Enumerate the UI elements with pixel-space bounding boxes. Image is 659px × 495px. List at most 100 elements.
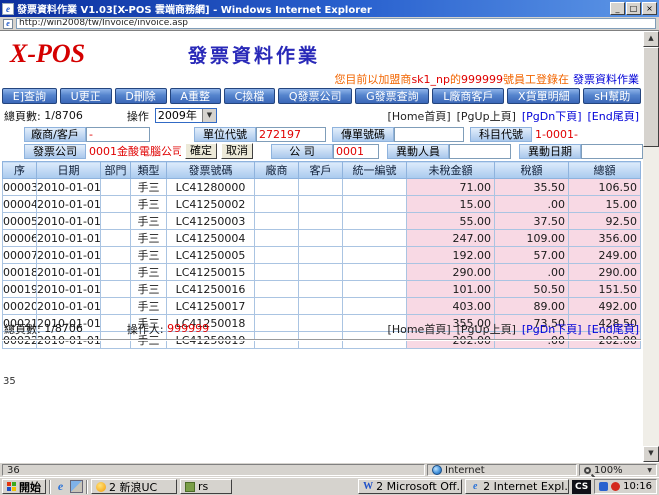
year-select[interactable]: 2009年 ▼ — [155, 108, 217, 123]
quicklaunch-desktop-icon[interactable] — [70, 480, 83, 493]
task-microsoft-office[interactable]: W 2 Microsoft Off... — [358, 479, 462, 494]
table-cell — [255, 298, 299, 315]
nav-pgup-bottom[interactable]: [PgUp上頁] — [457, 321, 516, 337]
table-row[interactable]: 000052010-01-01手三LC4125000355.0037.5092.… — [3, 213, 641, 230]
toolbar-button[interactable]: U更正 — [60, 88, 112, 104]
toolbar-button[interactable]: C換檔 — [224, 88, 275, 104]
toolbar-button[interactable]: L廠商客戶 — [432, 88, 504, 104]
table-cell — [101, 264, 131, 281]
login-message: 您目前以加盟商sk1_np的999999號員工登錄在發票資料作業 — [334, 71, 639, 87]
toolbar-button[interactable]: E]查詢 — [2, 88, 57, 104]
nav-home[interactable]: [Home首頁] — [388, 108, 451, 124]
table-row[interactable]: 000202010-01-01手三LC41250017403.0089.0049… — [3, 298, 641, 315]
confirm-button[interactable]: 確定 — [185, 143, 217, 159]
table-cell: 手三 — [131, 230, 167, 247]
table-row[interactable]: 000032010-01-01手三LC4128000071.0035.50106… — [3, 179, 641, 196]
task-rs[interactable]: rs — [180, 479, 232, 494]
scroll-up-button[interactable]: ▲ — [643, 31, 659, 47]
table-row[interactable]: 000062010-01-01手三LC41250004247.00109.003… — [3, 230, 641, 247]
slip-number-input[interactable] — [394, 127, 464, 142]
modifier-label: 異動人員 — [387, 144, 449, 159]
quicklaunch-ie-icon[interactable]: e — [54, 480, 67, 493]
toolbar-button[interactable]: G發票查詢 — [355, 88, 429, 104]
column-header: 部門 — [101, 162, 131, 179]
table-cell: 00006 — [3, 230, 37, 247]
pager-top: 總頁數: 1/8706 操作 2009年 ▼ [Home首頁] [PgUp上頁]… — [4, 108, 639, 123]
scroll-thumb[interactable] — [643, 47, 659, 147]
table-cell: LC41250015 — [167, 264, 255, 281]
table-cell: 35.50 — [495, 179, 569, 196]
toolbar-button[interactable]: X貨單明細 — [507, 88, 580, 104]
cancel-button[interactable]: 取消 — [221, 143, 253, 159]
toolbar-button[interactable]: Q發票公司 — [278, 88, 352, 104]
table-cell: LC41250005 — [167, 247, 255, 264]
table-row[interactable]: 000192010-01-01手三LC41250016101.0050.5015… — [3, 281, 641, 298]
vendor-input[interactable] — [86, 127, 150, 142]
table-row[interactable]: 000042010-01-01手三LC4125000215.00.0015.00 — [3, 196, 641, 213]
scroll-down-button[interactable]: ▼ — [643, 446, 659, 462]
table-cell: LC41250004 — [167, 230, 255, 247]
table-row[interactable]: 000072010-01-01手三LC41250005192.0057.0024… — [3, 247, 641, 264]
table-cell: 2010-01-01 — [37, 298, 101, 315]
table-cell: 2010-01-01 — [37, 247, 101, 264]
zoom-chevron-icon: ▼ — [647, 467, 652, 474]
nav-end-bottom[interactable]: [End尾頁] — [588, 321, 640, 337]
address-input[interactable]: http://win2008/tw/Invoice/invoice.asp — [16, 18, 656, 29]
table-cell: 249.00 — [569, 247, 641, 264]
table-cell — [101, 213, 131, 230]
tray-icon-1[interactable] — [599, 482, 608, 491]
tray-icon-2[interactable] — [611, 482, 620, 491]
table-cell: 00004 — [3, 196, 37, 213]
frame-marker-1: 35 — [3, 376, 16, 387]
operator-value: 999999 — [167, 322, 209, 335]
table-cell: LC41280000 — [167, 179, 255, 196]
table-cell — [343, 179, 407, 196]
table-cell — [255, 230, 299, 247]
table-cell: 00003 — [3, 179, 37, 196]
zoom-control[interactable]: 100% ▼ — [579, 464, 657, 476]
minimize-button[interactable]: _ — [610, 2, 625, 15]
table-cell — [101, 298, 131, 315]
vertical-scrollbar[interactable]: ▲ ▼ — [643, 31, 659, 462]
modify-date-input[interactable] — [581, 144, 643, 159]
table-cell: 00019 — [3, 281, 37, 298]
table-cell — [255, 179, 299, 196]
taskbar-divider — [49, 480, 51, 494]
task-sina-uc[interactable]: 2 新浪UC — [91, 479, 177, 494]
browser-window: e 發票資料作業 V1.03[X-POS 雲端商務網] - Windows In… — [0, 0, 659, 495]
table-cell: 2010-01-01 — [37, 230, 101, 247]
toolbar-button[interactable]: sH幫助 — [583, 88, 641, 104]
column-header: 類型 — [131, 162, 167, 179]
sina-uc-icon — [96, 482, 106, 492]
toolbar-button[interactable]: A重整 — [170, 88, 221, 104]
column-header: 序 — [3, 162, 37, 179]
table-cell: 00005 — [3, 213, 37, 230]
table-cell — [299, 264, 343, 281]
table-cell: 57.00 — [495, 247, 569, 264]
table-cell: 手三 — [131, 196, 167, 213]
table-cell: 403.00 — [407, 298, 495, 315]
nav-end[interactable]: [End尾頁] — [588, 108, 640, 124]
total-pages-label: 總頁數: — [4, 108, 41, 124]
maximize-button[interactable]: □ — [626, 2, 641, 15]
modifier-input[interactable] — [449, 144, 511, 159]
security-zone-label: Internet — [445, 465, 485, 476]
task-internet-explorer[interactable]: e 2 Internet Expl... — [465, 479, 569, 494]
nav-pgdn-bottom[interactable]: [PgDn下頁] — [522, 321, 582, 337]
table-row[interactable]: 000182010-01-01手三LC41250015290.00.00290.… — [3, 264, 641, 281]
login-page-link[interactable]: 發票資料作業 — [573, 73, 639, 86]
nav-pgdn[interactable]: [PgDn下頁] — [522, 108, 582, 124]
close-button[interactable]: × — [642, 2, 657, 15]
unit-code-input[interactable] — [256, 127, 326, 142]
nav-pgup[interactable]: [PgUp上頁] — [457, 108, 516, 124]
start-button[interactable]: 開始 — [2, 479, 46, 494]
table-cell — [299, 196, 343, 213]
toolbar-button[interactable]: D刪除 — [115, 88, 167, 104]
login-employee: 999999 — [461, 73, 503, 86]
pager-bottom: 總頁數: 1/8706 操作人: 999999 [Home首頁] [PgUp上頁… — [4, 321, 639, 336]
company-input[interactable] — [333, 144, 379, 159]
column-header: 統一編號 — [343, 162, 407, 179]
ime-indicator[interactable]: CS — [572, 480, 591, 494]
page-icon: e — [3, 19, 13, 29]
nav-home-bottom[interactable]: [Home首頁] — [388, 321, 451, 337]
